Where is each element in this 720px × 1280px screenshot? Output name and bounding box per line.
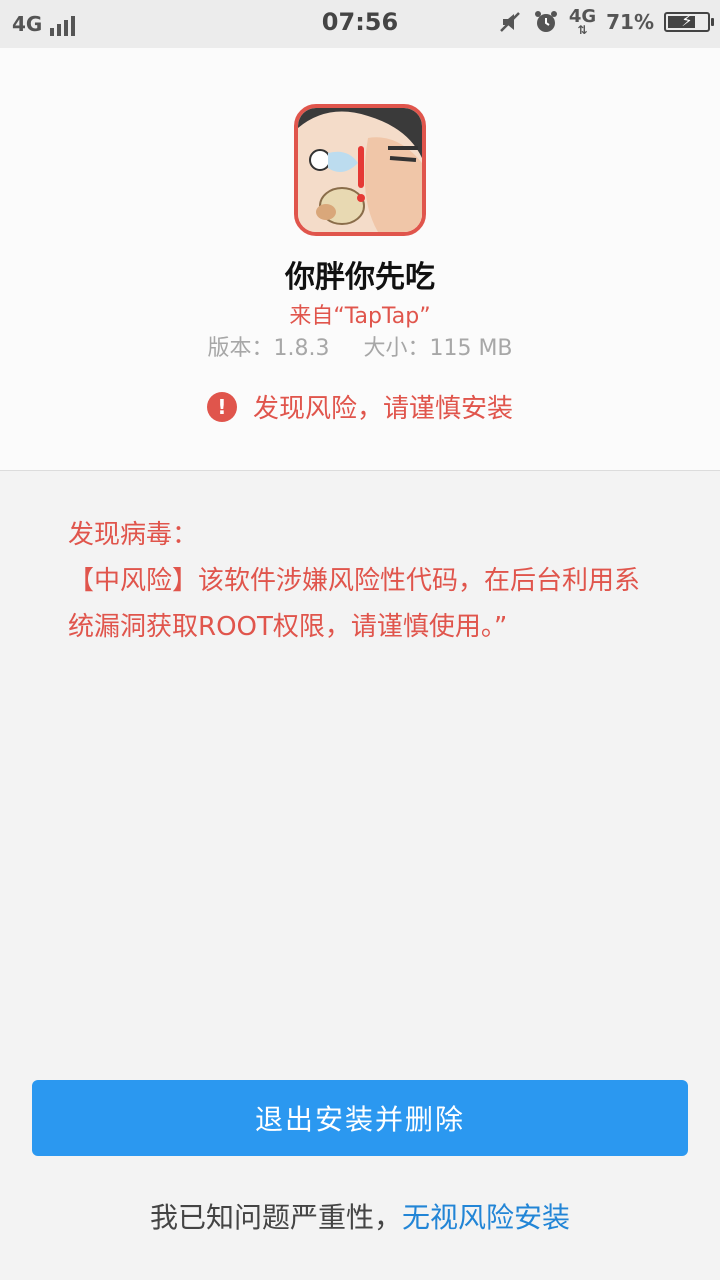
size-value: 115 MB [429,336,513,361]
size-label: 大小： [363,336,430,361]
ignore-risk-prefix: 我已知问题严重性， [149,1201,402,1234]
app-icon [294,104,426,236]
ignore-risk-line: 我已知问题严重性，无视风险安装 [0,1196,720,1236]
app-source: 来自“TapTap” [289,304,431,329]
alert-icon: ! [206,391,237,422]
status-bar: 4G 07:56 4G ⇅ 71% ⚡ [0,0,720,48]
virus-description: 【中风险】该软件涉嫌风险性代码，在后台利用系统漏洞获取ROOT权限，请谨慎使用。… [68,566,641,642]
risk-notice-text: 发现风险，请谨慎安装 [252,394,513,424]
app-info-card: 你胖你先吃 来自“TapTap” 版本：1.8.3 大小：115 MB ! 发现风… [0,48,720,471]
app-icon-image [298,108,422,232]
virus-title: 发现病毒： [68,520,199,550]
alarm-icon [534,11,557,32]
ignore-risk-install-link[interactable]: 无视风险安装 [402,1201,570,1234]
risk-notice: ! 发现风险，请谨慎安装 [0,388,720,425]
app-meta: 版本：1.8.3 大小：115 MB [0,330,720,362]
charging-icon: ⚡ [681,11,693,30]
exit-and-delete-button[interactable]: 退出安装并删除 [32,1080,688,1156]
battery-percent: 71% [606,10,654,34]
virus-details: 发现病毒： 【中风险】该软件涉嫌风险性代码，在后台利用系统漏洞获取ROOT权限，… [68,512,648,650]
battery-icon: ⚡ [664,11,714,32]
status-right: 4G ⇅ 71% ⚡ [497,6,714,37]
version-value: 1.8.3 [273,336,330,361]
app-name: 你胖你先吃 [285,260,435,295]
screen: 4G 07:56 4G ⇅ 71% ⚡ 你胖你先吃 来自“TapTap” 版本：… [0,0,720,1280]
data-arrows-icon: 4G ⇅ [568,6,597,37]
mute-icon [499,12,520,32]
version-label: 版本： [207,336,274,361]
